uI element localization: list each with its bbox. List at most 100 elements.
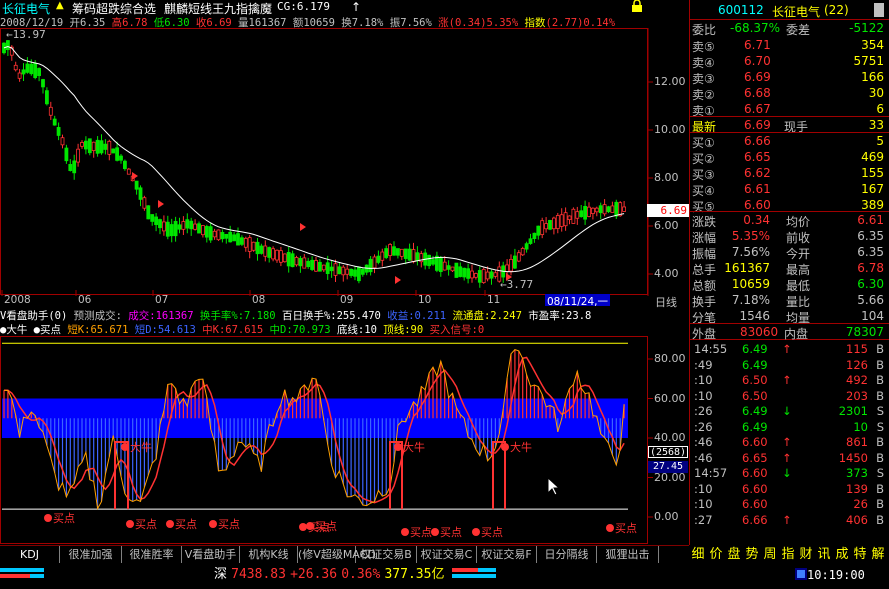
candle-body (6, 40, 10, 51)
candle (2, 42, 6, 55)
candle (232, 232, 237, 242)
sell-order-row[interactable]: 卖④ 6.70 5751 (690, 53, 889, 70)
candle-body (395, 248, 400, 256)
tick-row[interactable]: :10 6.60 26 B (690, 497, 889, 512)
candle-body (294, 257, 299, 266)
candle (204, 224, 209, 243)
y-tick-label: 60.00 (654, 391, 686, 405)
candle (353, 266, 357, 281)
candle (123, 159, 127, 171)
indicator-tab[interactable]: 狐狸出击 (597, 546, 659, 563)
tick-row[interactable]: 14:57 6.60 ↓ 373 S (690, 466, 889, 481)
candle (306, 257, 311, 269)
stock-name-panel: 长征电气 (772, 5, 821, 19)
candle (399, 248, 404, 260)
order-price: 6.65 (744, 150, 771, 164)
tick-row[interactable]: :10 6.60 139 B (690, 482, 889, 497)
tick-price: 6.49 (742, 357, 768, 372)
clock: 10:19:00 (807, 568, 865, 582)
tick-row[interactable]: :49 6.49 126 B (690, 358, 889, 373)
indicator-tab[interactable]: (修V超级MACD (298, 546, 376, 563)
candle (524, 241, 529, 253)
buy-order-row[interactable]: 买③ 6.62 155 (690, 165, 889, 182)
candle-body (552, 217, 556, 230)
candle (185, 213, 190, 234)
candle (364, 264, 369, 276)
indicator-tab[interactable]: V看盘助手 (182, 546, 240, 563)
price-chart[interactable] (0, 28, 689, 296)
buy-order-row[interactable]: 买① 6.66 5 (690, 133, 889, 150)
indicator-tab[interactable]: 权证交易C (417, 546, 477, 563)
candle (314, 256, 318, 272)
tick-price: 6.66 (742, 512, 768, 527)
indicator-chart[interactable] (0, 336, 689, 545)
candle (99, 134, 104, 155)
indicator-tab[interactable]: 日分隔线 (537, 546, 597, 563)
tick-row[interactable]: :46 6.60 ↑ 861 B (690, 435, 889, 450)
indicator-tab[interactable]: KDJ (0, 546, 60, 563)
candle (450, 266, 455, 273)
sell-order-row[interactable]: 卖① 6.67 6 (690, 101, 889, 118)
quote-tab[interactable]: 势 (743, 545, 761, 564)
quote-tab[interactable]: 周 (761, 545, 779, 564)
candle-body (513, 255, 517, 269)
candle (224, 233, 229, 244)
signal-icon[interactable] (795, 568, 807, 580)
tick-side: B (876, 342, 884, 356)
period-label[interactable]: 日线 (655, 294, 677, 310)
buy-order-row[interactable]: 买④ 6.61 167 (690, 181, 889, 198)
order-price: 6.60 (744, 198, 771, 212)
candle-body (33, 62, 38, 79)
x-tick-label: 09 (340, 294, 354, 306)
quote-tab[interactable]: 解 (869, 545, 887, 564)
tick-row[interactable]: :10 6.50 203 B (690, 389, 889, 404)
indicator-tab[interactable]: 权证交易F (477, 546, 537, 563)
tick-row[interactable]: :26 6.49 10 S (690, 420, 889, 435)
indicator-tab[interactable]: 很准加强 (60, 546, 122, 563)
quote-tab[interactable]: 盘 (725, 545, 743, 564)
sell-order-row[interactable]: 卖⑤ 6.71 354 (690, 37, 889, 54)
candle (6, 40, 10, 56)
tick-time: :10 (694, 497, 713, 511)
panel-scroll-icon[interactable] (874, 3, 884, 17)
lock-icon[interactable] (630, 0, 644, 13)
candle (228, 225, 233, 243)
candle (236, 227, 240, 246)
quote-tab[interactable]: 细 (689, 545, 707, 564)
current-date-box: 08/11/24,一 (545, 294, 610, 308)
indicator-tab[interactable]: 机构K线 (240, 546, 298, 563)
tick-row[interactable]: 14:55 6.49 ↑ 115 B (690, 342, 889, 357)
quote-tab[interactable]: 指 (779, 545, 797, 564)
tick-row[interactable]: :46 6.65 ↑ 1450 B (690, 451, 889, 466)
candle (37, 67, 41, 82)
quote-tab[interactable]: 财 (797, 545, 815, 564)
tick-row[interactable]: :27 6.66 ↑ 406 B (690, 513, 889, 528)
stat-value: 104 (861, 309, 884, 323)
candle-body (466, 268, 471, 279)
tick-row[interactable]: :10 6.50 ↑ 492 B (690, 373, 889, 388)
sell-order-row[interactable]: 卖③ 6.69 166 (690, 69, 889, 86)
candle-body (446, 265, 451, 270)
candle-body (388, 244, 393, 256)
indicator-tab[interactable]: 很准胜率 (122, 546, 182, 563)
candle-body (212, 230, 217, 238)
ind1-name[interactable]: V看盘助手(0) (0, 310, 67, 322)
quote-tab[interactable]: 特 (851, 545, 869, 564)
candle-body (536, 225, 541, 236)
sell-order-row[interactable]: 卖② 6.68 30 (690, 85, 889, 102)
ind1-gain: 收益:0.211 (387, 310, 447, 322)
stats-row: 涨幅 5.35% 前收 6.35 (690, 228, 889, 245)
indicator-tab[interactable]: 权证交易B (356, 546, 417, 563)
candle-body (548, 219, 552, 230)
tick-time: :49 (694, 357, 713, 372)
candle-body (146, 205, 151, 220)
quote-tab[interactable]: 成 (833, 545, 851, 564)
buy-order-row[interactable]: 买② 6.65 469 (690, 149, 889, 166)
tick-list[interactable]: 14:55 6.49 ↑ 115 B:49 6.49 126 B:10 6.50 ↑ 492 B:10… (690, 342, 889, 532)
candle (415, 246, 420, 266)
candle-body (123, 160, 127, 170)
quote-tab[interactable]: 价 (707, 545, 725, 564)
index-value: 7438.83 (231, 567, 286, 582)
tick-row[interactable]: :26 6.49 ↓ 2301 S (690, 404, 889, 419)
quote-tab[interactable]: 讯 (815, 545, 833, 564)
